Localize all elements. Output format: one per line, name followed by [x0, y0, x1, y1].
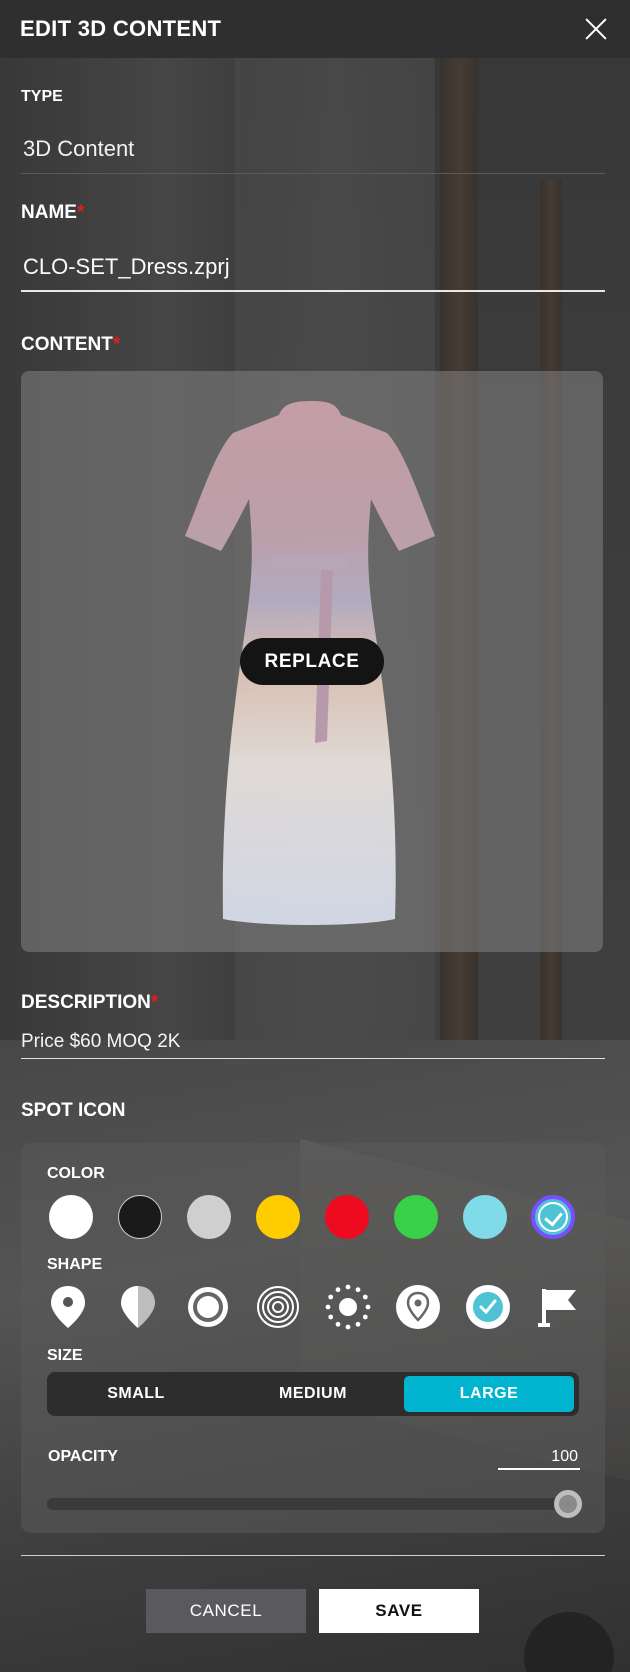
opacity-label: OPACITY — [48, 1448, 118, 1465]
opacity-slider-track[interactable] — [47, 1498, 581, 1510]
color-swatch-red[interactable] — [325, 1195, 369, 1239]
dotted-ring-icon[interactable] — [324, 1283, 372, 1331]
check-icon — [538, 1202, 568, 1232]
description-label: DESCRIPTION* — [21, 992, 159, 1013]
color-swatch-light-blue[interactable] — [463, 1195, 507, 1239]
spot-icon-settings — [21, 1143, 605, 1533]
pin-filled-icon[interactable] — [44, 1283, 92, 1331]
description-input[interactable]: Price $60 MOQ 2K — [21, 1031, 605, 1053]
size-large-button[interactable]: LARGE — [404, 1376, 574, 1412]
pin-half-icon[interactable] — [114, 1283, 162, 1331]
spot-icon-label: SPOT ICON — [21, 1100, 126, 1121]
color-label: COLOR — [47, 1165, 105, 1182]
description-underline — [21, 1058, 605, 1059]
color-swatch-white[interactable] — [49, 1195, 93, 1239]
color-swatch-selected[interactable] — [531, 1195, 575, 1239]
edit-3d-content-panel: EDIT 3D CONTENT TYPE 3D Content NAME* CL… — [0, 0, 630, 1672]
pin-outline-icon[interactable] — [394, 1283, 442, 1331]
color-swatch-gray[interactable] — [187, 1195, 231, 1239]
type-divider — [21, 173, 605, 174]
panel-header: EDIT 3D CONTENT — [0, 0, 630, 58]
color-swatch-yellow[interactable] — [256, 1195, 300, 1239]
save-button[interactable]: SAVE — [319, 1589, 479, 1633]
type-label: TYPE — [21, 88, 63, 105]
color-swatch-green[interactable] — [394, 1195, 438, 1239]
check-circle-icon[interactable] — [464, 1283, 512, 1331]
size-medium-button[interactable]: MEDIUM — [228, 1376, 398, 1412]
color-swatch-black[interactable] — [118, 1195, 162, 1239]
shape-label: SHAPE — [47, 1256, 103, 1273]
size-segmented-control: SMALL MEDIUM LARGE — [47, 1372, 579, 1416]
opacity-input[interactable]: 100 — [498, 1448, 580, 1470]
footer-divider — [21, 1555, 605, 1556]
size-small-button[interactable]: SMALL — [51, 1376, 221, 1412]
cancel-button[interactable]: CANCEL — [146, 1589, 306, 1633]
content-preview[interactable]: REPLACE — [21, 371, 603, 952]
name-underline — [21, 290, 605, 292]
type-value: 3D Content — [23, 136, 135, 161]
replace-button[interactable]: REPLACE — [240, 638, 384, 685]
concentric-rings-icon[interactable] — [254, 1283, 302, 1331]
content-label: CONTENT* — [21, 334, 121, 355]
ring-dot-icon[interactable] — [184, 1283, 232, 1331]
size-label: SIZE — [47, 1347, 83, 1364]
close-icon[interactable] — [582, 15, 610, 43]
opacity-slider-thumb[interactable] — [554, 1490, 582, 1518]
panel-title: EDIT 3D CONTENT — [20, 16, 222, 41]
name-label: NAME* — [21, 202, 85, 223]
flag-icon[interactable] — [534, 1283, 582, 1331]
name-input[interactable]: CLO-SET_Dress.zprj — [21, 254, 605, 280]
